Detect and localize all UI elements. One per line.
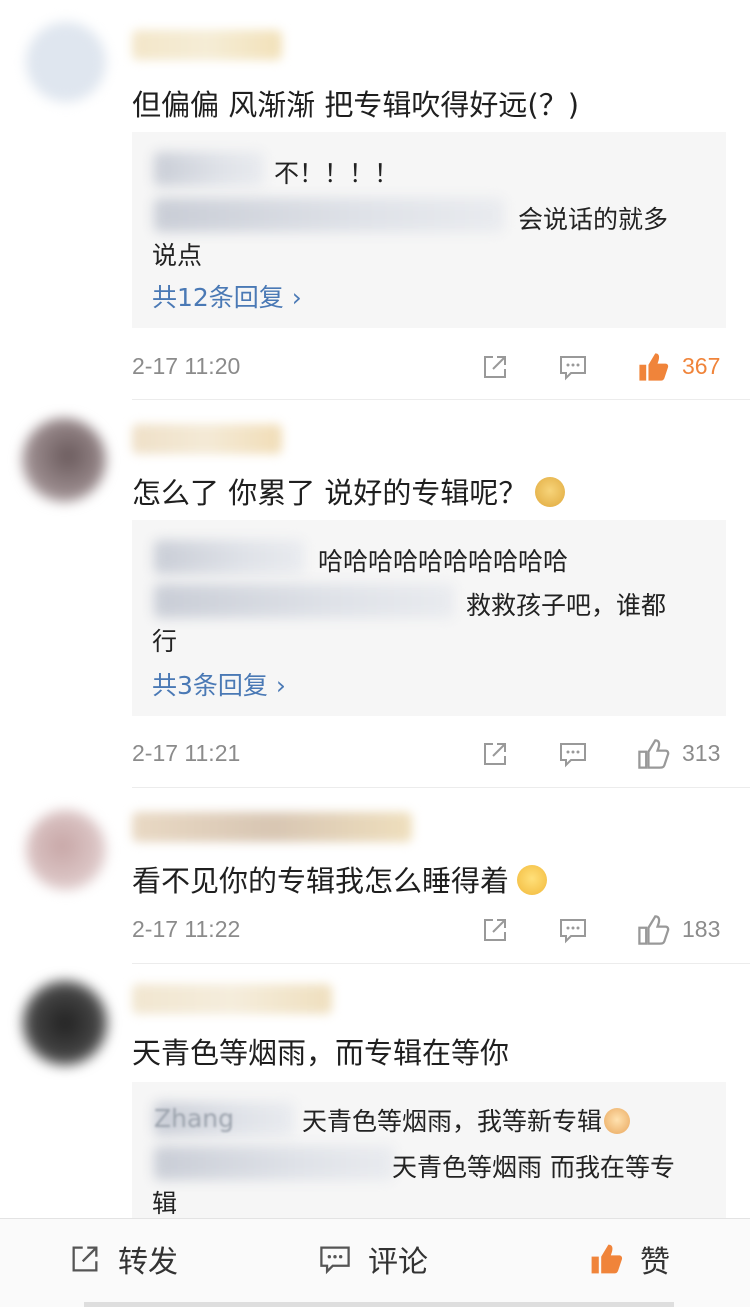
comment-time: 2-17 11:22 xyxy=(132,916,241,942)
thumbs-up-icon[interactable] xyxy=(636,350,670,384)
bottom-action-bar: 转发 评论 赞 xyxy=(0,1218,750,1307)
reply-text: 辑 xyxy=(152,1189,178,1218)
comment-button[interactable]: 评论 xyxy=(318,1237,428,1281)
like-count: 313 xyxy=(682,740,721,766)
share-icon[interactable] xyxy=(480,352,510,382)
reply-preview[interactable]: 哈哈哈哈哈哈哈哈哈哈 救救孩子吧，谁都 行 共3条回复 › xyxy=(132,520,726,716)
reply-text: 天青色等烟雨，我等新专辑 xyxy=(302,1102,631,1138)
like-button[interactable]: 赞 xyxy=(588,1237,670,1281)
cat-emoji-icon xyxy=(604,1108,631,1134)
username-blurred[interactable] xyxy=(132,424,282,454)
reply-user-blurred xyxy=(154,198,504,232)
reply-text: 天青色等烟雨 而我在等专 xyxy=(392,1153,675,1182)
reply-username-fragment: Zhang xyxy=(154,1104,235,1133)
avatar[interactable] xyxy=(26,810,106,890)
reply-text: 行 xyxy=(152,627,178,656)
view-replies-link[interactable]: 共3条回复 › xyxy=(152,666,286,702)
comment-label: 评论 xyxy=(368,1245,428,1280)
reply-icon[interactable] xyxy=(558,915,588,945)
username-blurred[interactable] xyxy=(132,30,282,60)
reply-user-blurred xyxy=(154,540,304,574)
comment-item: 看不见你的专辑我怎么睡得着 2-17 11:22 183 xyxy=(0,788,750,964)
reply-preview[interactable]: 不！！！！ 会说话的就多 说点 共12条回复 › xyxy=(132,132,726,328)
reply-user-blurred xyxy=(154,584,454,618)
like-count: 367 xyxy=(682,353,721,379)
repost-button[interactable]: 转发 xyxy=(68,1237,178,1281)
comment-time: 2-17 11:21 xyxy=(132,740,241,766)
reply-text: 哈哈哈哈哈哈哈哈哈哈 xyxy=(318,547,569,576)
sleepy-emoji-icon xyxy=(517,865,548,895)
username-blurred[interactable] xyxy=(132,984,332,1014)
comment-text: 怎么了 你累了 说好的专辑呢？ xyxy=(132,470,566,512)
share-icon[interactable] xyxy=(480,739,510,769)
share-icon xyxy=(72,1246,98,1272)
comment-item: 但偏偏 风渐渐 把专辑吹得好远(？) 不！！！！ 会说话的就多 说点 共12条回… xyxy=(0,0,750,400)
reply-text: 救救孩子吧，谁都 xyxy=(466,591,667,620)
username-blurred[interactable] xyxy=(132,812,412,842)
thumbs-up-icon[interactable] xyxy=(636,913,670,947)
comment-text: 天青色等烟雨，而专辑在等你 xyxy=(132,1036,510,1070)
reply-icon[interactable] xyxy=(558,352,588,382)
view-replies-link[interactable]: 共12条回复 › xyxy=(152,278,302,314)
share-icon[interactable] xyxy=(480,915,510,945)
comment-text: 但偏偏 风渐渐 把专辑吹得好远(？) xyxy=(132,88,580,122)
comment-icon xyxy=(320,1246,350,1275)
reply-text: 会说话的就多 xyxy=(518,205,669,234)
reply-preview[interactable]: Zhang 天青色等烟雨，我等新专辑 天青色等烟雨 而我在等专 辑 xyxy=(132,1082,726,1218)
reply-text: 说点 xyxy=(152,241,203,270)
thumbs-up-icon xyxy=(591,1244,623,1274)
comment-time: 2-17 11:20 xyxy=(132,353,241,379)
avatar[interactable] xyxy=(22,980,108,1066)
avatar[interactable] xyxy=(26,22,106,102)
repost-label: 转发 xyxy=(118,1245,178,1280)
scroll-indicator xyxy=(84,1302,674,1307)
like-label: 赞 xyxy=(640,1245,670,1280)
reply-user-blurred xyxy=(154,1146,394,1180)
thumbs-up-icon[interactable] xyxy=(636,737,670,771)
avatar[interactable] xyxy=(22,418,106,502)
reply-user-blurred xyxy=(154,152,264,186)
like-count: 183 xyxy=(682,916,721,942)
comment-text: 看不见你的专辑我怎么睡得着 xyxy=(132,858,548,900)
doge-emoji-icon xyxy=(535,477,566,507)
reply-text: 不！！！！ xyxy=(274,159,400,188)
comment-item: 天青色等烟雨，而专辑在等你 Zhang 天青色等烟雨，我等新专辑 天青色等烟雨 … xyxy=(0,964,750,1218)
reply-icon[interactable] xyxy=(558,739,588,769)
comment-item: 怎么了 你累了 说好的专辑呢？ 哈哈哈哈哈哈哈哈哈哈 救救孩子吧，谁都 行 共3… xyxy=(0,400,750,788)
